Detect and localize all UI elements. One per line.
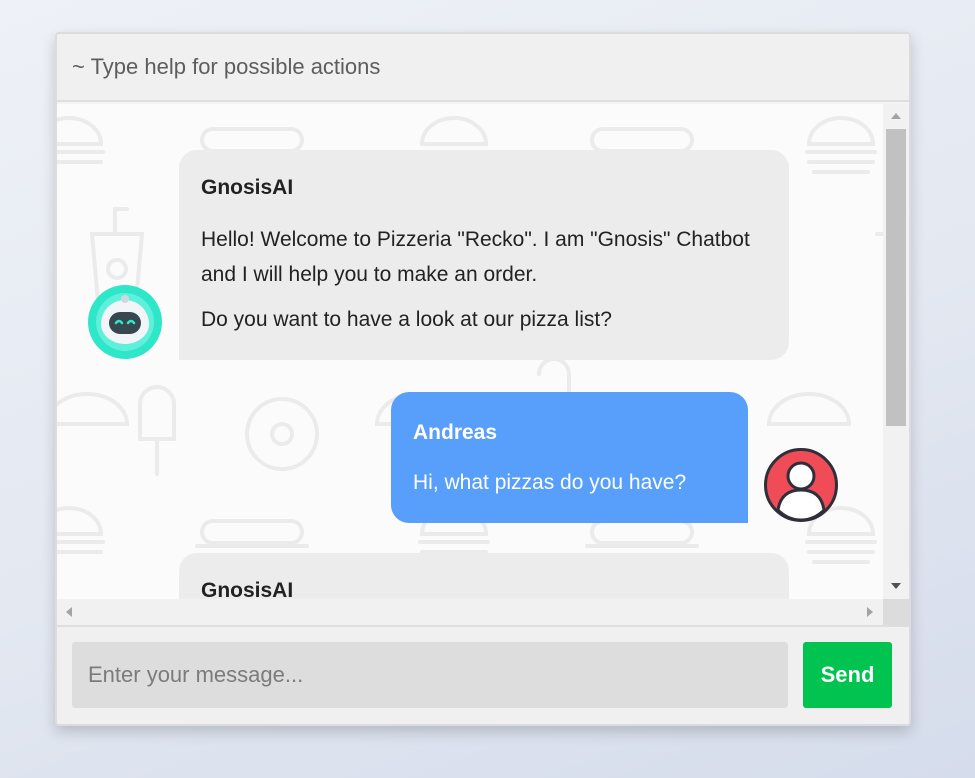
message-text: Hello! Welcome to Pizzeria "Recko". I am… — [201, 228, 750, 286]
vertical-scrollbar[interactable] — [883, 104, 909, 599]
message-input[interactable] — [72, 642, 788, 708]
scroll-up-arrow-icon[interactable] — [891, 113, 901, 119]
message-text: Hi, what pizzas do you have? — [413, 471, 687, 494]
user-avatar-icon — [764, 448, 838, 522]
horizontal-scrollbar[interactable] — [57, 599, 883, 625]
send-button[interactable]: Send — [803, 642, 892, 708]
chat-window: ~ Type help for possible actions GnosisA… — [55, 32, 911, 726]
chat-header: ~ Type help for possible actions — [57, 34, 909, 102]
messages-area[interactable]: GnosisAI Hello! Welcome to Pizzeria "Rec… — [57, 104, 883, 599]
scrollbar-corner — [883, 599, 909, 625]
scrollbar-thumb[interactable] — [886, 129, 906, 426]
message-sender: Andreas — [413, 421, 498, 444]
message-text: Do you want to have a look at our pizza … — [201, 308, 612, 331]
robot-avatar-icon — [88, 285, 162, 359]
scroll-left-arrow-icon[interactable] — [66, 607, 72, 617]
message-bubble-bot: GnosisAI Hello! Welcome to Pizzeria "Rec… — [179, 150, 789, 360]
header-hint: ~ Type help for possible actions — [72, 54, 381, 79]
donut-pattern-icon — [245, 397, 319, 471]
message-bubble-user: Andreas Hi, what pizzas do you have? — [391, 392, 748, 523]
message-sender: GnosisAI — [201, 176, 294, 199]
message-bubble-bot: GnosisAI — [179, 553, 789, 599]
scroll-right-arrow-icon[interactable] — [867, 607, 873, 617]
scroll-down-arrow-icon[interactable] — [891, 583, 901, 589]
message-composer: Send — [57, 625, 909, 724]
message-sender: GnosisAI — [201, 579, 294, 599]
